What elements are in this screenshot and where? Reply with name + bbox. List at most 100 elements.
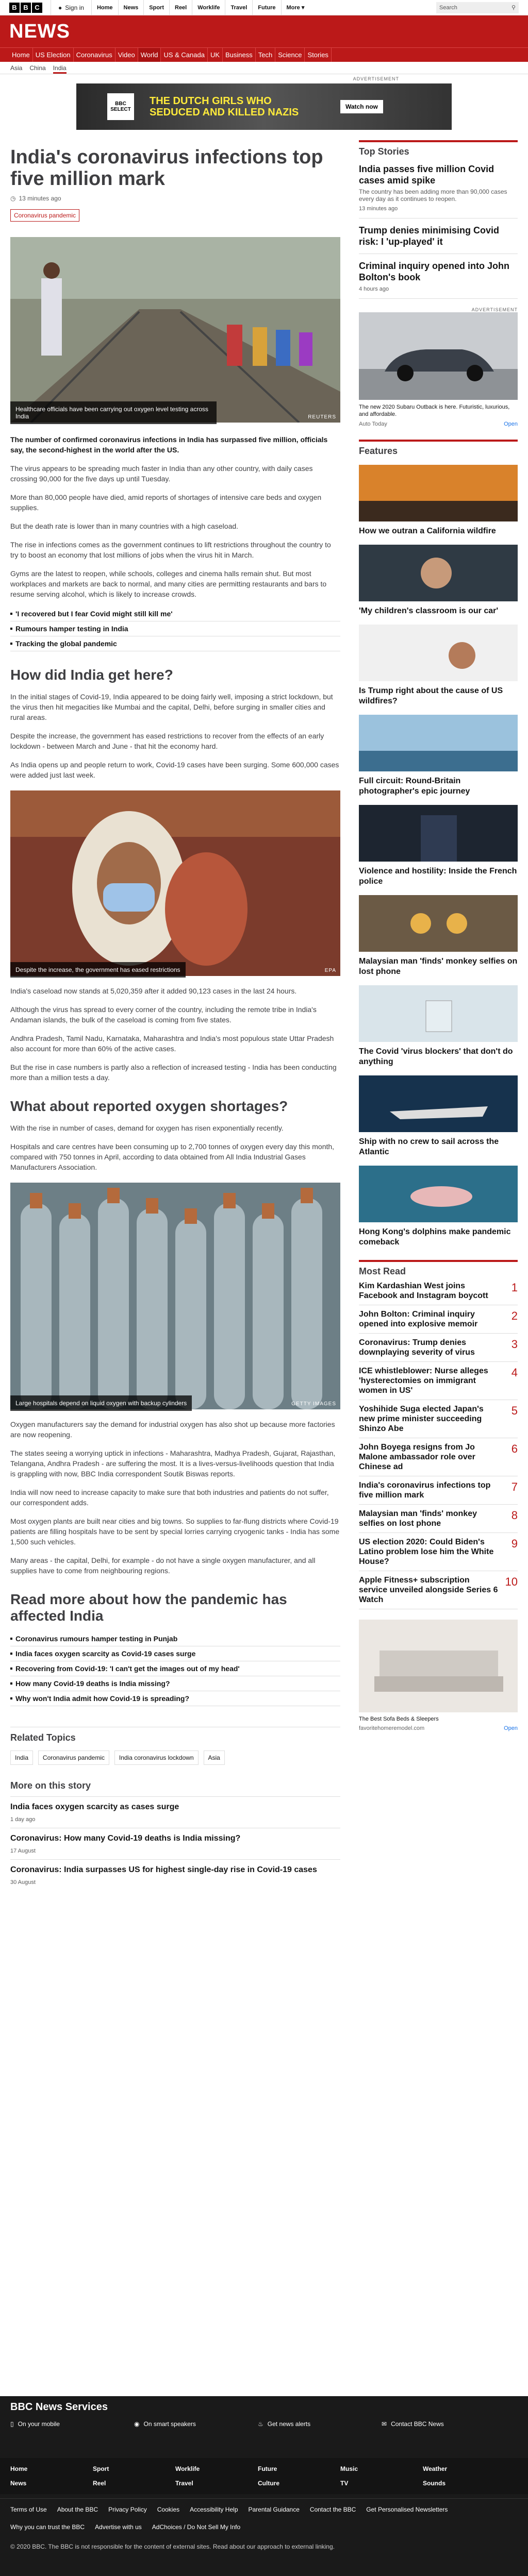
most-read-item[interactable]: Kim Kardashian West joins Facebook and I… [359, 1277, 518, 1305]
story-item[interactable]: Coronavirus: India surpasses US for high… [10, 1859, 340, 1891]
topic-tag[interactable]: Coronavirus pandemic [10, 209, 80, 222]
footer-link[interactable]: TV [340, 2480, 423, 2487]
side-ad[interactable]: ADVERTISEMENT The new 2020 Subaru Outbac… [359, 307, 518, 427]
footer-link[interactable]: News [10, 2480, 93, 2487]
legal-link[interactable]: Advertise with us [95, 2523, 142, 2531]
read-more-links: Coronavirus rumours hamper testing in Pu… [10, 1631, 340, 1706]
footer-link[interactable]: Weather [423, 2465, 505, 2472]
read-more-link[interactable]: Coronavirus rumours hamper testing in Pu… [10, 1631, 340, 1646]
most-read-item[interactable]: Coronavirus: Trump denies downplaying se… [359, 1334, 518, 1362]
bbc-logo[interactable]: BBC [9, 2, 42, 13]
service-alerts[interactable]: ♨ Get news alerts [258, 2420, 382, 2428]
feature-item[interactable]: The Covid 'virus blockers' that don't do… [359, 985, 518, 1067]
ad-open-button[interactable]: Open [504, 1725, 518, 1731]
top-story[interactable]: Criminal inquiry opened into John Bolton… [359, 254, 518, 299]
nav-us-canada[interactable]: US & Canada [161, 48, 208, 62]
related-topic-tag[interactable]: Asia [203, 1750, 225, 1765]
nav-us-election[interactable]: US Election [33, 48, 74, 62]
search-input[interactable]: Search ⚲ [436, 2, 519, 13]
read-more-link[interactable]: How many Covid-19 deaths is India missin… [10, 1676, 340, 1691]
related-link[interactable]: Tracking the global pandemic [10, 636, 340, 651]
feature-item[interactable]: Violence and hostility: Inside the Frenc… [359, 805, 518, 887]
most-read-item[interactable]: Yoshihide Suga elected Japan's new prime… [359, 1400, 518, 1438]
nav-uk[interactable]: UK [208, 48, 223, 62]
most-read-item[interactable]: Malaysian man 'finds' monkey selfies on … [359, 1505, 518, 1533]
read-more-link[interactable]: Recovering from Covid-19: 'I can't get t… [10, 1661, 340, 1676]
feature-item[interactable]: How we outran a California wildfire [359, 465, 518, 536]
news-logo[interactable]: NEWS [9, 21, 519, 43]
story-item[interactable]: India faces oxygen scarcity as cases sur… [10, 1796, 340, 1828]
footer-link[interactable]: Reel [93, 2480, 175, 2487]
copyright: © 2020 BBC. The BBC is not responsible f… [10, 2543, 335, 2550]
related-topic-tag[interactable]: India coronavirus lockdown [114, 1750, 199, 1765]
footer-link[interactable]: Culture [258, 2480, 340, 2487]
feature-item[interactable]: Hong Kong's dolphins make pandemic comeb… [359, 1166, 518, 1248]
service-contact[interactable]: ✉ Contact BBC News [382, 2420, 505, 2428]
related-link[interactable]: Rumours hamper testing in India [10, 621, 340, 636]
legal-link[interactable]: Terms of Use [10, 2506, 47, 2513]
ad-banner[interactable]: BBC SELECT THE DUTCH GIRLS WHO SEDUCED A… [76, 83, 452, 130]
nav-science[interactable]: Science [275, 48, 305, 62]
legal-link[interactable]: Accessibility Help [190, 2506, 238, 2513]
footer-link[interactable]: Future [258, 2465, 340, 2472]
nav-business[interactable]: Business [223, 48, 256, 62]
read-more-link[interactable]: India faces oxygen scarcity as Covid-19 … [10, 1646, 340, 1661]
most-read-item[interactable]: John Boyega resigns from Jo Malone ambas… [359, 1438, 518, 1476]
top-story[interactable]: India passes five million Covid cases am… [359, 157, 518, 218]
nav-coronavirus[interactable]: Coronavirus [74, 48, 116, 62]
most-read-item[interactable]: ICE whistleblower: Nurse alleges 'hyster… [359, 1362, 518, 1400]
legal-link[interactable]: Parental Guidance [249, 2506, 300, 2513]
legal-link[interactable]: Cookies [157, 2506, 179, 2513]
footer-link[interactable]: Sounds [423, 2480, 505, 2487]
legal-link[interactable]: AdChoices / Do Not Sell My Info [152, 2523, 240, 2531]
feature-item[interactable]: Is Trump right about the cause of US wil… [359, 625, 518, 706]
legal-link[interactable]: Privacy Policy [108, 2506, 147, 2513]
story-item[interactable]: Coronavirus: How many Covid-19 deaths is… [10, 1828, 340, 1859]
related-link[interactable]: 'I recovered but I fear Covid might stil… [10, 607, 340, 621]
nav-world[interactable]: World [138, 48, 161, 62]
read-more-link[interactable]: Why won't India admit how Covid-19 is sp… [10, 1691, 340, 1706]
legal-link[interactable]: Contact the BBC [310, 2506, 356, 2513]
footer-link[interactable]: Sport [93, 2465, 175, 2472]
topnav-worklife[interactable]: Worklife [192, 0, 225, 15]
feature-item[interactable]: 'My children's classroom is our car' [359, 545, 518, 616]
topnav-more[interactable]: More ▾ [280, 0, 310, 15]
topnav-news[interactable]: News [118, 0, 144, 15]
most-read-item[interactable]: US election 2020: Could Biden's Latino p… [359, 1533, 518, 1571]
legal-link[interactable]: About the BBC [57, 2506, 98, 2513]
legal-link[interactable]: Get Personalised Newsletters [366, 2506, 448, 2513]
footer-link[interactable]: Worklife [175, 2465, 258, 2472]
topnav-travel[interactable]: Travel [225, 0, 252, 15]
related-topic-tag[interactable]: Coronavirus pandemic [38, 1750, 109, 1765]
legal-link[interactable]: Why you can trust the BBC [10, 2523, 85, 2531]
footer-link[interactable]: Travel [175, 2480, 258, 2487]
topnav-reel[interactable]: Reel [169, 0, 192, 15]
feature-item[interactable]: Full circuit: Round-Britain photographer… [359, 715, 518, 797]
nav-video[interactable]: Video [116, 48, 138, 62]
service-mobile[interactable]: ▯ On your mobile [10, 2420, 134, 2428]
nav-home[interactable]: Home [9, 48, 33, 62]
subnav-china[interactable]: China [29, 62, 45, 74]
related-topic-tag[interactable]: India [10, 1750, 34, 1765]
service-smart-speakers[interactable]: ◉ On smart speakers [134, 2420, 258, 2428]
most-read-item[interactable]: John Bolton: Criminal inquiry opened int… [359, 1305, 518, 1334]
feature-item[interactable]: Malaysian man 'finds' monkey selfies on … [359, 895, 518, 977]
watch-now-button[interactable]: Watch now [340, 100, 383, 113]
most-read-item[interactable]: Apple Fitness+ subscription service unve… [359, 1571, 518, 1609]
footer-link[interactable]: Music [340, 2465, 423, 2472]
nav-tech[interactable]: Tech [256, 48, 276, 62]
subnav-asia[interactable]: Asia [10, 62, 22, 74]
subnav-india[interactable]: India [53, 62, 67, 74]
topnav-home[interactable]: Home [91, 0, 118, 15]
ad-open-button[interactable]: Open [504, 421, 518, 427]
most-read-item[interactable]: India's coronavirus infections top five … [359, 1476, 518, 1505]
footer-link[interactable]: Home [10, 2465, 93, 2472]
top-story[interactable]: Trump denies minimising Covid risk: I 'u… [359, 218, 518, 254]
signin-link[interactable]: ● Sign in [51, 0, 91, 15]
topnav-future[interactable]: Future [252, 0, 280, 15]
paragraph: Oxygen manufacturers say the demand for … [10, 1420, 335, 1439]
feature-item[interactable]: Ship with no crew to sail across the Atl… [359, 1075, 518, 1157]
side-ad-2[interactable]: The Best Sofa Beds & Sleepers favoriteho… [359, 1620, 518, 1731]
topnav-sport[interactable]: Sport [143, 0, 169, 15]
nav-stories[interactable]: Stories [305, 48, 332, 62]
